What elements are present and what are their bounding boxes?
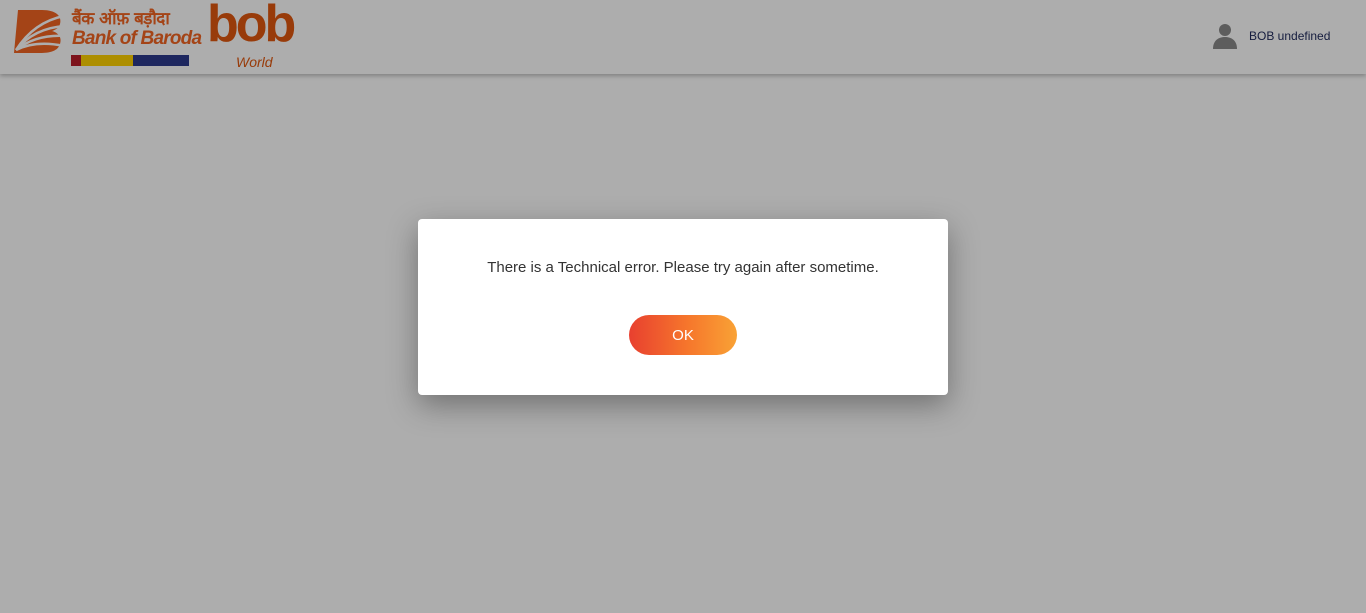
error-dialog: There is a Technical error. Please try a… <box>418 219 948 395</box>
ok-button[interactable]: OK <box>629 315 737 355</box>
error-message: There is a Technical error. Please try a… <box>487 259 879 276</box>
